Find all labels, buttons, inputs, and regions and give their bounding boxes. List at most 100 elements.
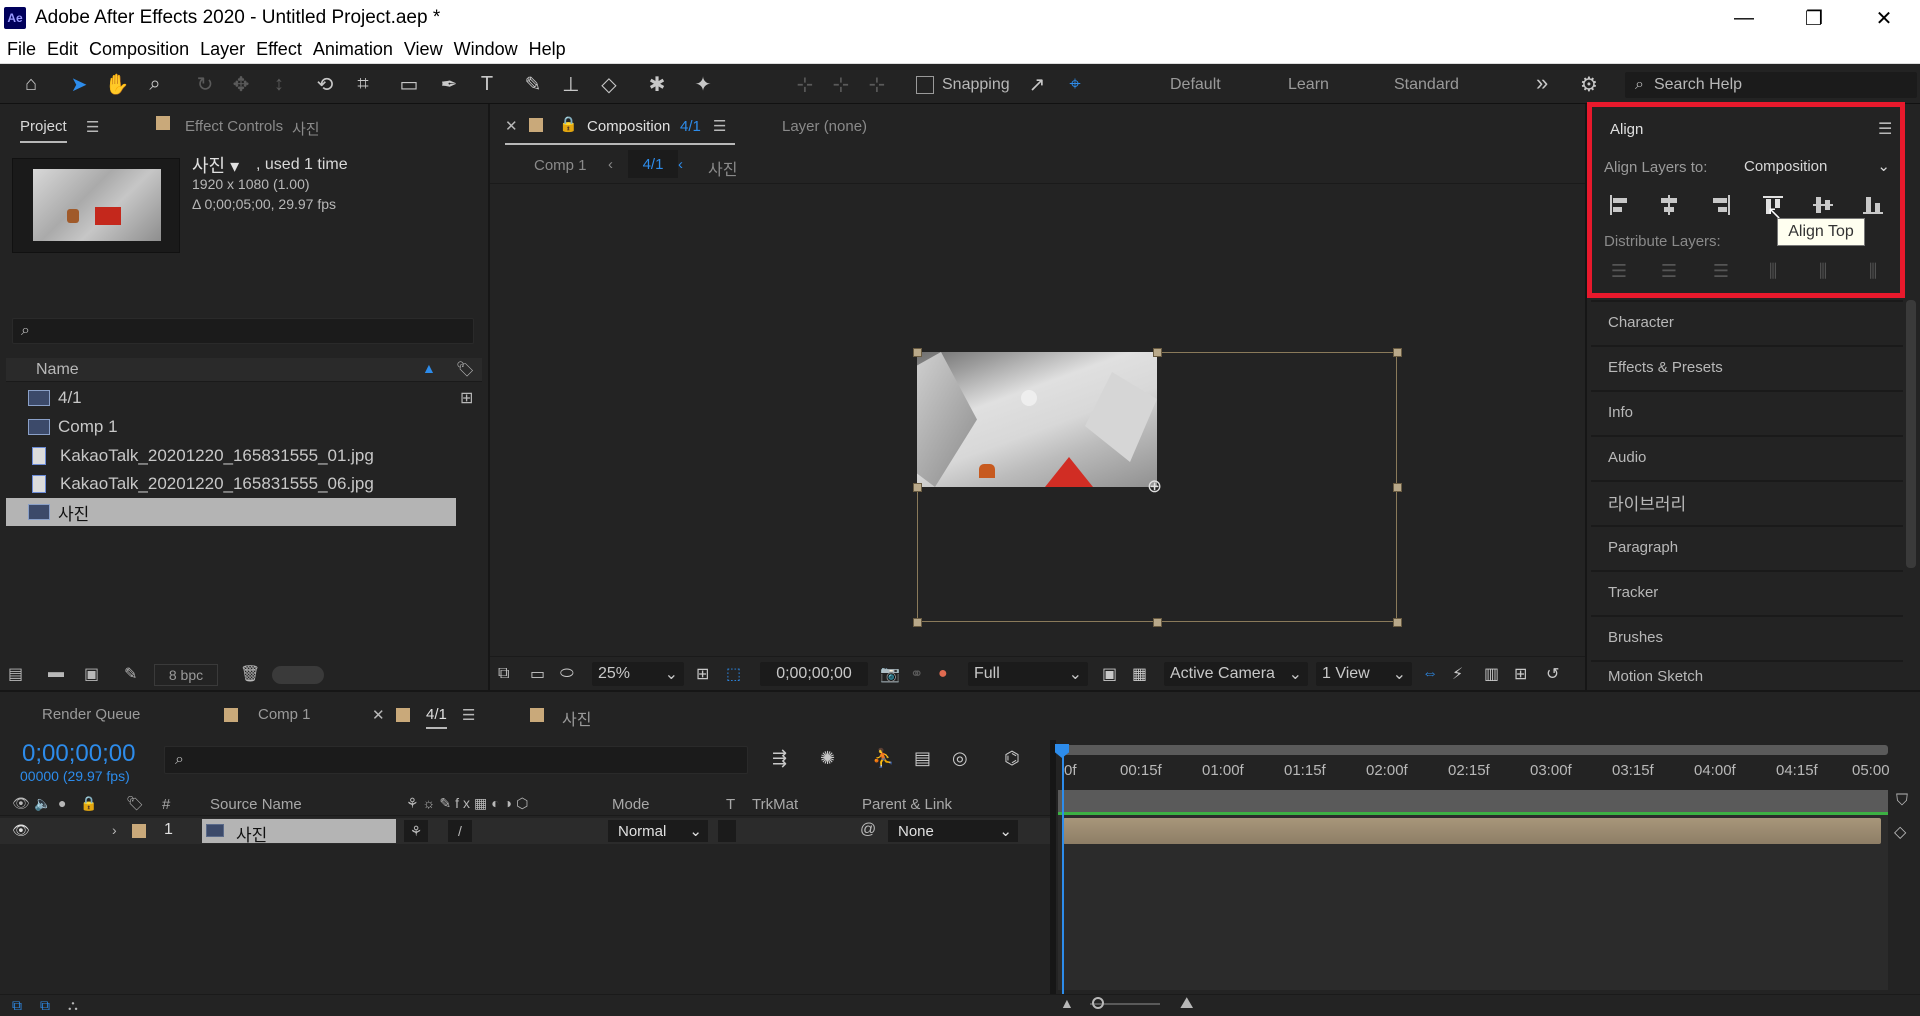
panel-menu-icon[interactable]: ☰ bbox=[1878, 119, 1892, 139]
preserve-transparency-toggle[interactable] bbox=[718, 820, 736, 842]
panel-brushes[interactable]: Brushes bbox=[1591, 615, 1903, 657]
work-area-range[interactable] bbox=[1058, 790, 1888, 812]
label-color-swatch[interactable] bbox=[132, 824, 146, 838]
snap-target-icon[interactable]: ⌖ bbox=[1060, 70, 1090, 98]
menu-help[interactable]: Help bbox=[529, 39, 566, 60]
panel-menu-icon[interactable]: ☰ bbox=[713, 117, 726, 135]
zoom-dropdown[interactable]: 25% ⌄ bbox=[592, 662, 684, 686]
lock-icon[interactable]: 🔒 bbox=[559, 115, 578, 133]
sort-ascending-icon[interactable]: ▲ bbox=[422, 360, 436, 376]
right-panels-scrollbar[interactable] bbox=[1906, 300, 1916, 568]
parent-dropdown[interactable]: None ⌄ bbox=[888, 820, 1018, 842]
label-tag-icon[interactable]: 🏷 bbox=[456, 360, 475, 378]
distribute-bottom-button[interactable]: ☰ bbox=[1706, 257, 1736, 285]
menu-animation[interactable]: Animation bbox=[313, 39, 393, 60]
brush-tool-icon[interactable]: ✎ bbox=[518, 70, 548, 98]
hide-shy-layers-icon[interactable]: ⛹ bbox=[872, 748, 894, 769]
distribute-left-button[interactable]: ⫼ bbox=[1758, 257, 1788, 285]
bit-depth-button[interactable]: 8 bpc bbox=[154, 664, 218, 686]
selected-item-name[interactable]: 사진 ▾ bbox=[192, 152, 239, 178]
zoom-out-icon[interactable]: ▲ bbox=[1060, 995, 1074, 1011]
panel-libraries[interactable]: 라이브러리 bbox=[1591, 480, 1903, 522]
timeline-current-time[interactable]: 0;00;00;00 bbox=[22, 740, 135, 768]
comp-marker-icon[interactable]: ◇ bbox=[1894, 822, 1906, 842]
transform-handle[interactable] bbox=[913, 348, 922, 357]
list-item[interactable]: KakaoTalk_20201220_165831555_01.jpg bbox=[6, 442, 456, 470]
menu-edit[interactable]: Edit bbox=[47, 39, 78, 60]
pan-camera-icon[interactable]: ✥ bbox=[226, 70, 256, 98]
list-item[interactable]: KakaoTalk_20201220_165831555_06.jpg bbox=[6, 470, 456, 498]
lock-icon[interactable]: 🔒 bbox=[80, 795, 97, 812]
panel-character[interactable]: Character bbox=[1591, 300, 1903, 342]
align-left-button[interactable] bbox=[1604, 191, 1634, 219]
menu-file[interactable]: File bbox=[7, 39, 36, 60]
modes-toggle-icon[interactable]: ⧉ bbox=[40, 997, 50, 1014]
transform-handle[interactable] bbox=[1153, 618, 1162, 627]
grid-guides-icon[interactable]: ⊞ bbox=[696, 662, 709, 686]
new-folder-icon[interactable]: ▬ bbox=[48, 664, 64, 682]
quality-switch[interactable]: / bbox=[448, 820, 472, 842]
panel-info[interactable]: Info bbox=[1591, 390, 1903, 432]
workspace-default[interactable]: Default bbox=[1170, 76, 1221, 94]
tab-effect-controls[interactable]: Effect Controls bbox=[185, 118, 283, 135]
orbit-camera-icon[interactable]: ↻ bbox=[190, 70, 220, 98]
snapping-checkbox[interactable] bbox=[916, 76, 934, 94]
align-right-button[interactable] bbox=[1706, 191, 1736, 219]
align-vertical-center-button[interactable] bbox=[1808, 191, 1838, 219]
transparency-grid-icon[interactable]: ▦ bbox=[1132, 662, 1147, 686]
dolly-camera-icon[interactable]: ↕ bbox=[264, 70, 294, 98]
current-time-display[interactable]: 0;00;00;00 bbox=[760, 662, 868, 686]
search-help-field[interactable]: ⌕ Search Help bbox=[1625, 72, 1917, 98]
transform-handle[interactable] bbox=[1393, 618, 1402, 627]
tab-project[interactable]: Project bbox=[20, 118, 67, 143]
type-tool-icon[interactable]: T bbox=[472, 70, 502, 98]
panel-motion-sketch[interactable]: Motion Sketch bbox=[1591, 660, 1903, 690]
layer-switches-toggle-icon[interactable]: ⧉ bbox=[12, 997, 22, 1014]
adjust-project-settings-icon[interactable]: ✎ bbox=[124, 664, 137, 684]
delete-trash-icon[interactable]: 🗑 bbox=[240, 664, 260, 684]
time-ruler[interactable]: 0f 00:15f 01:00f 01:15f 02:00f 02:15f 03… bbox=[1060, 742, 1900, 788]
breadcrumb-comp1[interactable]: Comp 1 bbox=[534, 157, 587, 174]
tab-4-1-active[interactable]: 4/1 bbox=[426, 706, 447, 729]
flowchart-icon[interactable]: ⊞ bbox=[1514, 662, 1527, 686]
menu-composition[interactable]: Composition bbox=[89, 39, 189, 60]
thumbnail-slider[interactable] bbox=[272, 666, 324, 684]
zoom-tool-icon[interactable]: ⌕ bbox=[140, 70, 170, 98]
distribute-horizontal-center-button[interactable]: ⫼ bbox=[1808, 257, 1838, 285]
puppet-pin-icon[interactable]: ✦ bbox=[688, 70, 718, 98]
close-button[interactable]: ✕ bbox=[1850, 0, 1918, 36]
frame-blending-icon[interactable]: ▤ bbox=[914, 748, 931, 769]
region-of-interest-icon[interactable]: ▣ bbox=[1102, 662, 1117, 686]
zoom-in-icon[interactable]: ⛰ bbox=[1180, 995, 1193, 1013]
flowchart-icon[interactable]: ⊞ bbox=[460, 388, 473, 408]
menu-view[interactable]: View bbox=[404, 39, 443, 60]
transform-handle[interactable] bbox=[913, 483, 922, 492]
composition-mini-flowchart-icon[interactable]: ⇶ bbox=[772, 748, 787, 769]
breadcrumb-photo[interactable]: 사진 bbox=[708, 156, 737, 180]
rotation-tool-icon[interactable]: ⟲ bbox=[310, 70, 340, 98]
transform-handle[interactable] bbox=[913, 618, 922, 627]
reset-exposure-icon[interactable]: ↺ bbox=[1546, 662, 1559, 686]
breadcrumb-current[interactable]: 4/1 bbox=[628, 150, 678, 178]
tab-composition-active[interactable]: ✕ 🔒 Composition 4/1 ☰ bbox=[505, 113, 735, 145]
distribute-vertical-center-button[interactable]: ☰ bbox=[1654, 257, 1684, 285]
draft-3d-icon[interactable]: ✺ bbox=[820, 748, 835, 769]
close-tab-icon[interactable]: ✕ bbox=[372, 706, 385, 724]
playhead[interactable] bbox=[1062, 752, 1064, 994]
panel-audio[interactable]: Audio bbox=[1591, 435, 1903, 477]
workspace-learn[interactable]: Learn bbox=[1288, 76, 1329, 94]
mask-visibility-icon[interactable]: ⬭ bbox=[560, 662, 574, 686]
pick-whip-icon[interactable]: @ bbox=[860, 821, 876, 839]
audio-toggle-icon[interactable]: 🔈 bbox=[34, 795, 51, 812]
toggle-pixel-aspect-icon[interactable]: ⇔ bbox=[1422, 662, 1438, 686]
distribute-right-button[interactable]: ⫼ bbox=[1858, 257, 1888, 285]
align-bottom-button[interactable] bbox=[1858, 191, 1888, 219]
list-item[interactable]: 4/1 bbox=[6, 384, 456, 412]
home-icon[interactable]: ⌂ bbox=[16, 70, 46, 98]
mode-dropdown[interactable]: Normal ⌄ bbox=[608, 820, 708, 842]
menu-effect[interactable]: Effect bbox=[256, 39, 302, 60]
render-time-toggle-icon[interactable]: ⛬ bbox=[68, 997, 78, 1014]
new-composition-icon[interactable]: ▣ bbox=[84, 664, 99, 684]
project-search-input[interactable]: ⌕ bbox=[12, 318, 474, 344]
panel-effects-presets[interactable]: Effects & Presets bbox=[1591, 345, 1903, 387]
